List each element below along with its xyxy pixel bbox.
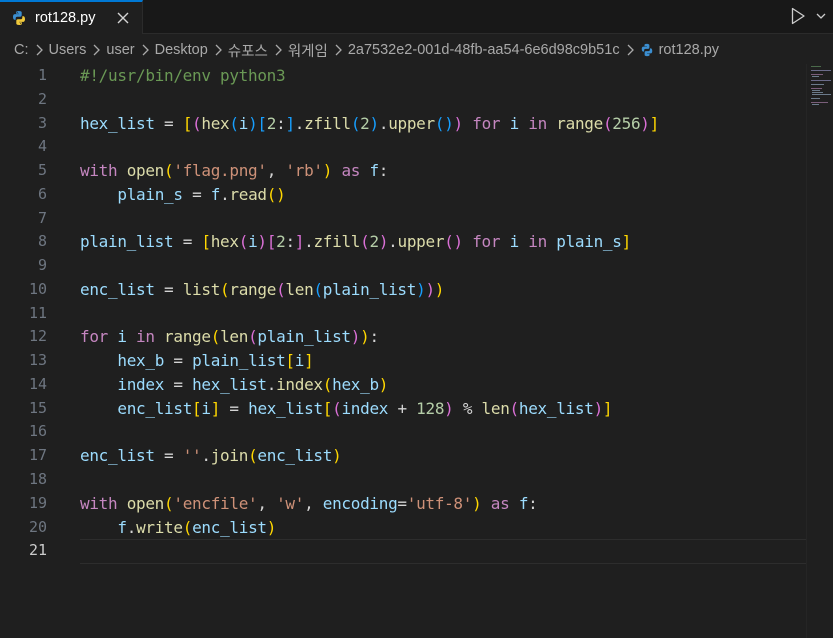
- breadcrumb-item-folder-1[interactable]: 슈포스: [228, 40, 268, 61]
- code-line[interactable]: enc_list = ''.join(enc_list): [80, 444, 806, 468]
- editor-window: rot128.py C: Users user Desktop 슈포스 워게임 …: [0, 0, 833, 638]
- code-line[interactable]: [80, 88, 806, 112]
- line-number: 4: [37, 137, 47, 156]
- code-line[interactable]: [80, 254, 806, 278]
- code-line[interactable]: with open('flag.png', 'rb') as f:: [80, 159, 806, 183]
- line-number: 10: [28, 279, 47, 298]
- code-line[interactable]: [80, 420, 806, 444]
- code-line[interactable]: enc_list[i] = hex_list[(index + 128) % l…: [80, 397, 806, 421]
- editor-scroll-edge: [806, 64, 807, 638]
- line-number: 3: [37, 113, 47, 132]
- code-line[interactable]: plain_s = f.read(): [80, 183, 806, 207]
- code-area[interactable]: #!/usr/bin/env python3 hex_list = [(hex(…: [80, 64, 806, 563]
- chevron-right-icon: [334, 44, 342, 56]
- line-number: 15: [28, 398, 47, 417]
- code-line[interactable]: index = hex_list.index(hex_b): [80, 373, 806, 397]
- code-line[interactable]: hex_b = plain_list[i]: [80, 349, 806, 373]
- line-number: 17: [28, 446, 47, 465]
- tab-bar: rot128.py: [0, 0, 833, 34]
- line-number: 2: [37, 89, 47, 108]
- chevron-right-icon: [214, 44, 222, 56]
- python-file-icon: [640, 43, 654, 57]
- line-number: 18: [28, 470, 47, 489]
- breadcrumb-item-user[interactable]: user: [106, 42, 134, 58]
- breadcrumb-item-file[interactable]: rot128.py: [659, 42, 719, 58]
- chevron-right-icon: [35, 44, 43, 56]
- line-number: 14: [28, 374, 47, 393]
- close-icon[interactable]: [114, 9, 132, 27]
- line-number: 5: [37, 161, 47, 180]
- line-number: 16: [28, 422, 47, 441]
- line-number: 21: [28, 541, 47, 560]
- breadcrumb-item-folder-2[interactable]: 워게임: [288, 40, 328, 61]
- code-line[interactable]: with open('encfile', 'w', encoding='utf-…: [80, 492, 806, 516]
- code-line[interactable]: plain_list = [hex(i)[2:].zfill(2).upper(…: [80, 230, 806, 254]
- run-python-file-button[interactable]: [788, 6, 808, 26]
- code-line[interactable]: for i in range(len(plain_list)):: [80, 325, 806, 349]
- code-line[interactable]: #!/usr/bin/env python3: [80, 64, 806, 88]
- breadcrumb-item-desktop[interactable]: Desktop: [155, 42, 208, 58]
- chevron-right-icon: [274, 44, 282, 56]
- tab-rot128-py[interactable]: rot128.py: [0, 0, 143, 34]
- line-number: 11: [28, 303, 47, 322]
- line-number-gutter: 1 2 3 4 5 6 7 8 9 10 11 12 13 14 15 16 17 18 19 20 21: [0, 64, 62, 563]
- line-number: 1: [37, 66, 47, 84]
- breadcrumb-item-folder-3[interactable]: 2a7532e2-001d-48fb-aa54-6e6d98c9b51c: [348, 42, 620, 58]
- code-line[interactable]: [80, 207, 806, 231]
- tab-title: rot128.py: [35, 10, 96, 26]
- python-file-icon: [11, 10, 27, 26]
- code-line[interactable]: f.write(enc_list): [80, 516, 806, 540]
- chevron-down-icon: [816, 13, 826, 19]
- code-line[interactable]: [80, 135, 806, 159]
- breadcrumb-item-drive[interactable]: C:: [14, 42, 29, 58]
- line-number: 13: [28, 351, 47, 370]
- code-line[interactable]: [80, 468, 806, 492]
- line-number: 19: [28, 493, 47, 512]
- chevron-right-icon: [141, 44, 149, 56]
- line-number: 20: [28, 517, 47, 536]
- run-options-button[interactable]: [812, 6, 830, 26]
- code-line[interactable]: [80, 302, 806, 326]
- breadcrumb: C: Users user Desktop 슈포스 워게임 2a7532e2-0…: [0, 35, 833, 65]
- minimap[interactable]: [810, 64, 833, 114]
- chevron-right-icon: [626, 44, 634, 56]
- code-line[interactable]: enc_list = list(range(len(plain_list))): [80, 278, 806, 302]
- code-line[interactable]: hex_list = [(hex(i)[2:].zfill(2).upper()…: [80, 112, 806, 136]
- line-number: 7: [37, 208, 47, 227]
- line-number: 12: [28, 327, 47, 346]
- chevron-right-icon: [92, 44, 101, 56]
- code-editor[interactable]: 1 2 3 4 5 6 7 8 9 10 11 12 13 14 15 16 17 18 19 20 21 #!/usr…: [0, 64, 833, 638]
- breadcrumb-item-users[interactable]: Users: [49, 42, 87, 58]
- line-number: 8: [37, 232, 47, 251]
- line-number: 9: [37, 256, 47, 275]
- line-number: 6: [37, 184, 47, 203]
- play-icon: [791, 7, 805, 25]
- code-line[interactable]: [80, 539, 806, 563]
